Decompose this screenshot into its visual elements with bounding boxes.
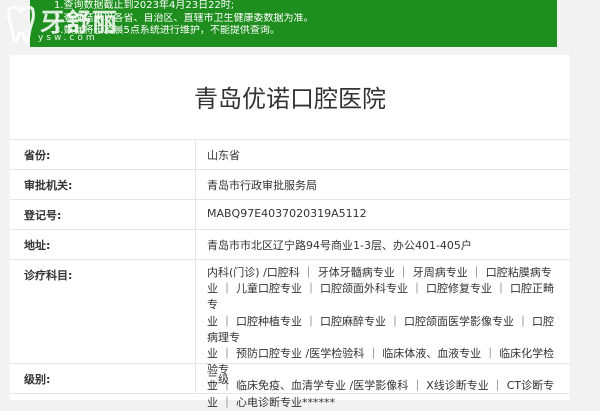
scope-line: 业 ｜ 口腔种植专业 ｜ 口腔麻醉专业 ｜ 口腔颌面医学影像专业 ｜ 口腔病理专 <box>207 314 554 344</box>
divider <box>10 139 570 140</box>
value-province: 山东省 <box>207 149 240 162</box>
scope-line: 内科(门诊) /口腔科 ｜ 牙体牙髓病专业 ｜ 牙周病专业 ｜ 口腔粘膜病专 <box>207 266 552 279</box>
divider <box>10 363 570 364</box>
hospital-name: 青岛优诺口腔医院 <box>194 85 386 113</box>
label-scope: 诊疗科目: <box>24 269 73 282</box>
hospital-card: 青岛优诺口腔医院 省份: 山东省 审批机关: 青岛市行政审批服务局 登记号: M… <box>10 55 570 409</box>
label-registration: 登记号: <box>24 209 62 222</box>
divider <box>10 229 570 230</box>
label-authority: 审批机关: <box>24 179 73 192</box>
label-province: 省份: <box>24 149 51 162</box>
scope-line: 业 ｜ 儿童口腔专业 ｜ 口腔颌面外科专业 ｜ 口腔修复专业 ｜ 口腔正畸专 <box>207 282 554 312</box>
value-level: 二级 <box>207 373 229 386</box>
label-address: 地址: <box>24 239 51 252</box>
logo-url: ysw.com <box>38 33 98 43</box>
value-address: 青岛市市北区辽宁路94号商业1-3层、办公401-405户 <box>207 239 472 252</box>
divider <box>10 169 570 170</box>
scope-line: 业 ｜ 心电诊断专业****** <box>207 395 335 409</box>
divider <box>10 393 570 394</box>
tooth-icon <box>7 5 35 43</box>
column-divider <box>195 139 196 393</box>
divider <box>10 199 570 200</box>
label-level: 级别: <box>24 373 51 386</box>
value-registration: MABQ97E4037020319A5112 <box>207 207 367 220</box>
divider <box>10 259 570 260</box>
scope-list: 内科(门诊) /口腔科 ｜ 牙体牙髓病专业 ｜ 牙周病专业 ｜ 口腔粘膜病专 业… <box>207 265 562 411</box>
value-authority: 青岛市行政审批服务局 <box>207 179 317 192</box>
site-logo[interactable]: 牙舒丽 ysw.com <box>0 3 135 47</box>
